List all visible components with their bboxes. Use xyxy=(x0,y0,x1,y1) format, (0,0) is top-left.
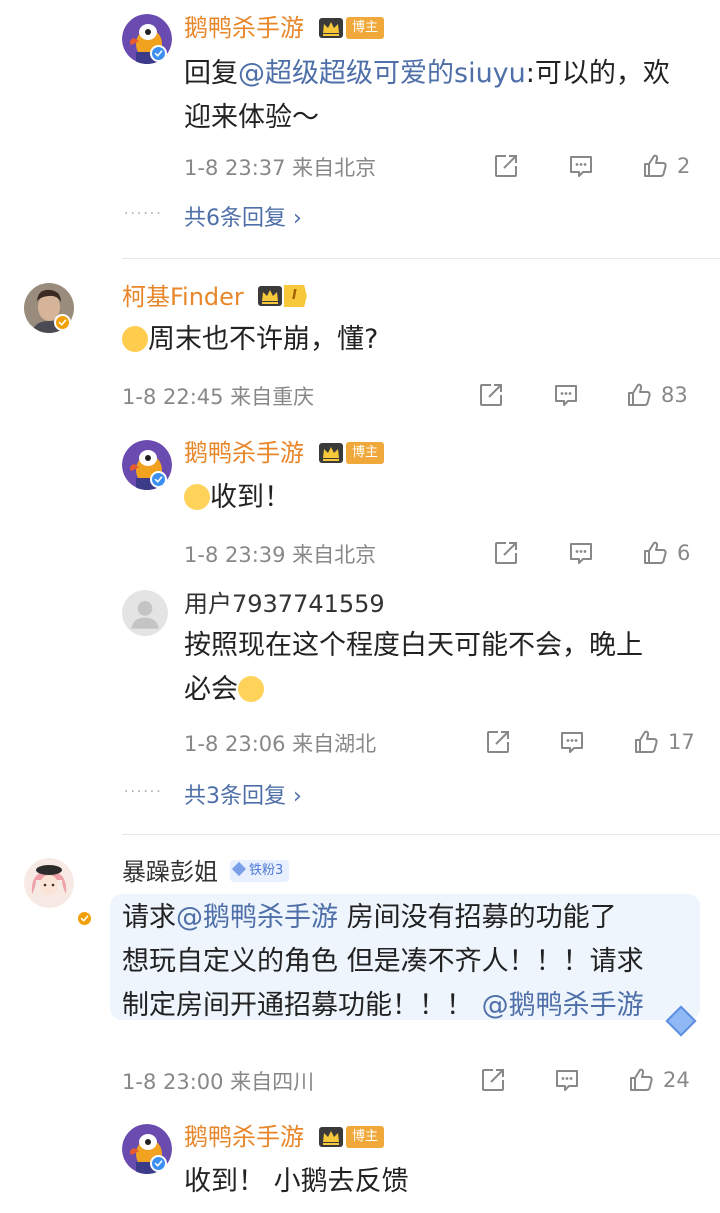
share-button[interactable] xyxy=(477,380,505,410)
crown-icon xyxy=(318,17,344,39)
comment-meta: 1-8 23:00 来自四川 xyxy=(122,1070,315,1094)
fan-badge-label: 铁粉3 xyxy=(249,863,284,878)
comment-post: 房间没有招募的功能了 xyxy=(338,902,617,933)
share-icon xyxy=(477,381,505,409)
comment-meta: 1-8 23:39 来自北京 xyxy=(184,543,377,567)
reply-text-line1: :可以的，欢 xyxy=(525,58,670,89)
reply-text-line2: 必会 xyxy=(184,674,238,705)
divider xyxy=(122,834,720,835)
comment-line2: 想玩自定义的角色 但是凑不齐人！！！请求 xyxy=(122,946,644,977)
avatar-image xyxy=(24,858,74,908)
like-icon xyxy=(641,539,669,567)
like-button[interactable]: 2 xyxy=(641,151,690,181)
emoji-icon xyxy=(122,326,148,352)
avatar-image xyxy=(122,590,168,636)
emoji-icon xyxy=(184,484,210,510)
emoji-icon xyxy=(238,676,264,702)
comment-button[interactable] xyxy=(553,1065,581,1095)
mention-link[interactable]: @鹅鸭杀手游 xyxy=(482,990,644,1021)
like-button[interactable]: 83 xyxy=(625,380,688,410)
comment-text: 请求@鹅鸭杀手游 房间没有招募的功能了 想玩自定义的角色 但是凑不齐人！！！请求… xyxy=(122,896,700,1028)
comment-text: 周末也不许崩，懂? xyxy=(122,318,702,362)
share-icon xyxy=(492,539,520,567)
comment-text-body: 周末也不许崩，懂? xyxy=(148,324,379,355)
verified-icon xyxy=(150,471,167,488)
reply-text: 收到！ 小鹅去反馈 xyxy=(184,1166,409,1197)
verified-icon xyxy=(150,45,167,62)
more-replies-link[interactable]: 共3条回复 › xyxy=(184,778,302,810)
like-button[interactable]: 17 xyxy=(632,727,695,757)
like-icon xyxy=(641,152,669,180)
author-name[interactable]: 暴躁彭姐 xyxy=(122,857,218,887)
mention-link[interactable]: @超级超级可爱的siuyu xyxy=(238,58,526,89)
like-count: 24 xyxy=(663,1068,690,1092)
like-count: 6 xyxy=(677,541,691,565)
crown-icon xyxy=(257,285,283,307)
author-name[interactable]: 鹅鸭杀手游 xyxy=(184,438,304,468)
share-button[interactable] xyxy=(492,538,520,568)
level-badge: I xyxy=(284,285,307,307)
comment-icon xyxy=(558,728,586,756)
verified-icon xyxy=(54,314,71,331)
like-icon xyxy=(625,381,653,409)
blogger-tag: 博主 xyxy=(346,442,385,464)
author-name[interactable]: 柯基Finder xyxy=(122,282,244,312)
reply-text-line1: 按照现在这个程度白天可能不会，晚上 xyxy=(184,630,643,661)
share-icon xyxy=(484,728,512,756)
like-count: 17 xyxy=(668,730,695,754)
comment-line3: 制定房间开通招募功能！！！ xyxy=(122,990,482,1021)
dots-divider: ······ xyxy=(124,784,163,800)
like-icon xyxy=(632,728,660,756)
verified-icon xyxy=(150,1155,167,1172)
more-replies-link[interactable]: 共6条回复 › xyxy=(184,200,302,232)
mention-link[interactable]: @鹅鸭杀手游 xyxy=(176,902,338,933)
fan-badge: 铁粉3 xyxy=(230,860,290,882)
comment-button[interactable] xyxy=(552,380,580,410)
reply-text-line2: 迎来体验～ xyxy=(184,102,319,133)
crown-icon xyxy=(318,1126,344,1148)
crown-icon xyxy=(318,442,344,464)
reply-text: 按照现在这个程度白天可能不会，晚上 必会 xyxy=(184,624,704,712)
reply-text-body: 收到！ xyxy=(210,482,291,513)
author-name[interactable]: 鹅鸭杀手游 xyxy=(184,13,304,43)
share-button[interactable] xyxy=(492,151,520,181)
verified-icon xyxy=(76,910,93,927)
diamond-icon xyxy=(231,861,247,877)
author-name[interactable]: 鹅鸭杀手游 xyxy=(184,1122,304,1152)
avatar[interactable] xyxy=(122,590,168,636)
comment-pre: 请求 xyxy=(122,902,176,933)
reply-prefix: 回复 xyxy=(184,58,238,89)
comment-button[interactable] xyxy=(567,151,595,181)
reply-text: 收到！ xyxy=(184,476,684,520)
reply-text: 回复@超级超级可爱的siuyu:可以的，欢 迎来体验～ xyxy=(184,52,704,140)
divider xyxy=(122,258,720,259)
share-button[interactable] xyxy=(479,1065,507,1095)
comment-icon xyxy=(553,1066,581,1094)
share-button[interactable] xyxy=(484,727,512,757)
comment-meta: 1-8 23:06 来自湖北 xyxy=(184,732,377,756)
share-icon xyxy=(479,1066,507,1094)
like-button[interactable]: 6 xyxy=(641,538,690,568)
author-name[interactable]: 用户7937741559 xyxy=(184,589,385,619)
like-button[interactable]: 24 xyxy=(627,1065,690,1095)
comment-meta: 1-8 22:45 来自重庆 xyxy=(122,385,315,409)
dots-divider: ······ xyxy=(124,206,163,222)
like-count: 83 xyxy=(661,383,688,407)
comment-button[interactable] xyxy=(567,538,595,568)
comment-meta: 1-8 23:37 来自北京 xyxy=(184,156,377,180)
comment-icon xyxy=(552,381,580,409)
share-icon xyxy=(492,152,520,180)
comment-icon xyxy=(567,539,595,567)
avatar[interactable] xyxy=(24,858,74,908)
comment-icon xyxy=(567,152,595,180)
like-count: 2 xyxy=(677,154,691,178)
blogger-tag: 博主 xyxy=(346,1126,385,1148)
blogger-tag: 博主 xyxy=(346,17,385,39)
comment-button[interactable] xyxy=(558,727,586,757)
like-icon xyxy=(627,1066,655,1094)
